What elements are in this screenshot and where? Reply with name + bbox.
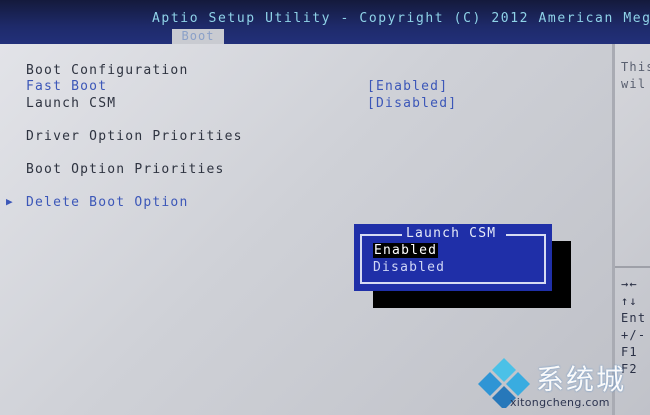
menu-item-delete-boot-option[interactable]: Delete Boot Option <box>26 195 188 210</box>
popup-frame <box>360 234 546 284</box>
header-bar: Aptio Setup Utility - Copyright (C) 2012… <box>0 0 650 44</box>
watermark-cn-text: 系统城 <box>536 363 627 396</box>
help-line-2: wil <box>621 77 647 91</box>
section-title-boot-configuration: Boot Configuration <box>26 63 189 78</box>
popup-option-disabled[interactable]: Disabled <box>373 260 445 275</box>
value-launch-csm[interactable]: [Disabled] <box>367 96 457 111</box>
help-line-1: This <box>621 60 650 74</box>
help-divider <box>615 266 650 268</box>
site-watermark: 系统城 xitongcheng.com <box>474 354 650 415</box>
nav-key-select-screen: →← <box>621 277 638 291</box>
nav-key-change-opt: +/- <box>621 328 647 342</box>
menu-item-launch-csm[interactable]: Launch CSM <box>26 96 116 111</box>
popup-title: Launch CSM <box>406 226 497 241</box>
popup-option-enabled[interactable]: Enabled <box>373 243 439 258</box>
nav-key-enter: Ent <box>621 311 647 325</box>
popup-frame-top-left <box>360 234 402 236</box>
watermark-url: xitongcheng.com <box>510 396 610 409</box>
launch-csm-popup: Launch CSM Enabled Disabled <box>354 224 552 291</box>
bios-screen: Aptio Setup Utility - Copyright (C) 2012… <box>0 0 650 415</box>
submenu-arrow-icon: ▶ <box>6 195 14 208</box>
menu-item-driver-option-priorities[interactable]: Driver Option Priorities <box>26 129 243 144</box>
value-fast-boot[interactable]: [Enabled] <box>367 79 448 94</box>
popup-frame-top-right <box>506 234 544 236</box>
nav-key-select-item: ↑↓ <box>621 294 638 308</box>
tab-boot[interactable]: Boot <box>172 29 224 44</box>
utility-title: Aptio Setup Utility - Copyright (C) 2012… <box>152 11 650 26</box>
menu-item-fast-boot[interactable]: Fast Boot <box>26 79 107 94</box>
menu-item-boot-option-priorities[interactable]: Boot Option Priorities <box>26 162 225 177</box>
